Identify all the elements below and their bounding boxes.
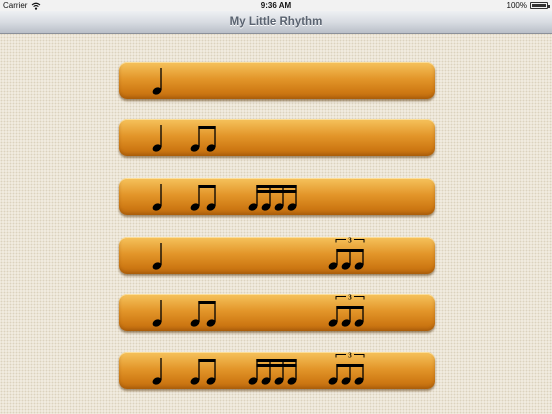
rhythm-bar-4[interactable]: 3 (119, 237, 435, 274)
eighth-pair-note-group (190, 301, 216, 327)
triplet-note-group: 3 (328, 237, 365, 270)
rhythm-notation (152, 125, 216, 152)
quarter-note-group (152, 184, 162, 211)
quarter-note-group (152, 358, 162, 385)
rhythm-bar-1[interactable] (119, 62, 435, 99)
rhythm-notation: 3 (152, 352, 365, 385)
status-right: 100% (506, 0, 550, 11)
quarter-note-group (152, 68, 162, 95)
eighth-pair-note-group (190, 185, 216, 211)
triplet-note-group: 3 (328, 294, 365, 327)
triplet-label: 3 (348, 352, 352, 360)
triplet-label: 3 (348, 294, 352, 302)
page-title: My Little Rhythm (229, 16, 323, 28)
rhythm-bar-3[interactable] (119, 178, 435, 215)
rhythm-bar-6[interactable]: 3 (119, 352, 435, 389)
rhythm-notation: 3 (152, 294, 365, 327)
eighth-pair-note-group (190, 126, 216, 152)
status-time: 9:36 AM (260, 1, 292, 10)
quarter-note-group (152, 300, 162, 327)
sixteenth-four-note-group (248, 359, 297, 385)
battery-icon (530, 2, 550, 9)
eighth-pair-note-group (190, 359, 216, 385)
sixteenth-four-note-group (248, 185, 297, 211)
rhythm-bar-5[interactable]: 3 (119, 294, 435, 331)
rhythm-notation (152, 68, 162, 95)
navigation-bar: My Little Rhythm (0, 11, 552, 34)
triplet-note-group: 3 (328, 352, 365, 385)
battery-percent: 100% (506, 1, 527, 10)
rhythm-notation: 3 (152, 237, 365, 270)
quarter-note-group (152, 243, 162, 270)
rhythm-bar-2[interactable] (119, 119, 435, 156)
quarter-note-group (152, 125, 162, 152)
rhythm-notation (152, 184, 297, 211)
status-bar: Carrier 9:36 AM 100% (0, 0, 552, 11)
triplet-label: 3 (348, 237, 352, 245)
